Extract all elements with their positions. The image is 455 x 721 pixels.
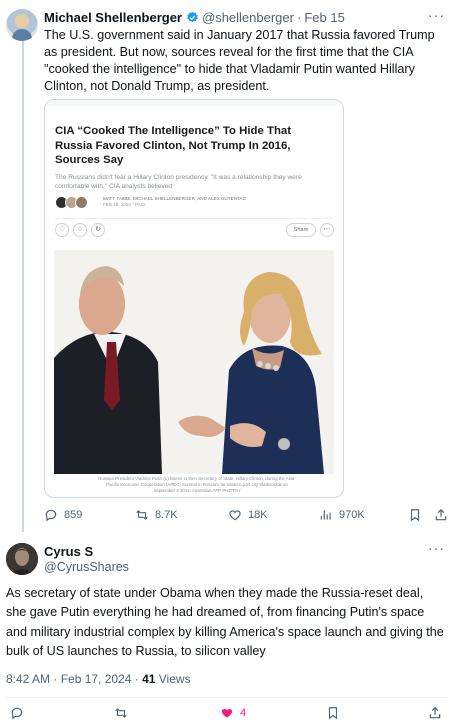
- tweet-timestamp[interactable]: 8:42 AM · Feb 17, 2024 ·: [6, 672, 142, 686]
- reply-icon: [11, 707, 23, 720]
- like-button[interactable]: 18K: [228, 508, 268, 522]
- retweet-count: 8.7K: [155, 509, 178, 521]
- reply-icon: [45, 509, 57, 522]
- author-name[interactable]: Michael Shellenberger: [44, 10, 182, 25]
- retweet-button[interactable]: [114, 706, 134, 720]
- share-icon: [435, 508, 447, 521]
- like-button[interactable]: 4: [220, 706, 246, 720]
- article-byline: MATT TAIBBI, MICHAEL SHELLENBERGER, AND …: [103, 196, 246, 208]
- reply-count: 859: [64, 509, 83, 521]
- author-handle[interactable]: @CyrusShares: [44, 560, 129, 574]
- share-button[interactable]: [428, 706, 448, 720]
- tweet-action-bar: 859 8.7K 18K 970K: [44, 508, 448, 524]
- analytics-icon: [320, 510, 331, 520]
- bookmark-button[interactable]: [408, 508, 428, 522]
- author-handle[interactable]: @shellenberger: [202, 10, 294, 25]
- views-count: 970K: [339, 509, 365, 521]
- bookmark-icon: [410, 509, 420, 522]
- tweet-date[interactable]: Feb 15: [304, 10, 344, 25]
- tweet-text: As secretary of state under Obama when t…: [6, 586, 444, 659]
- like-count: 18K: [248, 509, 268, 521]
- ellipsis-icon[interactable]: ⋯: [320, 223, 334, 237]
- heart-icon[interactable]: ♡: [55, 223, 69, 237]
- article-preview-card[interactable]: CIA “Cooked The Intelligence” To Hide Th…: [44, 99, 344, 498]
- bookmark-icon: [328, 707, 338, 720]
- share-button[interactable]: Share: [286, 223, 316, 237]
- bookmark-button[interactable]: [326, 706, 346, 720]
- tweet-action-bar: 4: [6, 706, 446, 721]
- more-options-icon[interactable]: ···: [428, 540, 445, 556]
- restack-icon[interactable]: ↻: [91, 223, 105, 237]
- comment-icon[interactable]: ○: [73, 223, 87, 237]
- share-icon: [429, 706, 441, 719]
- article-photo: [54, 250, 334, 474]
- reply-button[interactable]: 859: [44, 508, 82, 522]
- author-avatar[interactable]: [6, 9, 38, 41]
- author-avatars: [55, 196, 88, 209]
- like-count: 4: [240, 707, 247, 719]
- retweet-icon: [136, 510, 148, 520]
- heart-filled-icon: [221, 708, 233, 718]
- article-actions: ♡ ○ ↻ Share ⋯: [55, 223, 335, 239]
- verified-badge-icon: [187, 11, 198, 23]
- heart-icon: [229, 510, 241, 521]
- divider: [6, 697, 449, 698]
- views-label: Views: [155, 672, 191, 686]
- author-avatar[interactable]: [6, 543, 38, 575]
- card-divider: [55, 218, 333, 219]
- views-count: 41: [142, 672, 156, 686]
- retweet-button[interactable]: 8.7K: [135, 508, 178, 522]
- thread-connector-line: [22, 40, 24, 532]
- tweet-text: The U.S. government said in January 2017…: [44, 28, 435, 93]
- article-title[interactable]: CIA “Cooked The Intelligence” To Hide Th…: [55, 124, 325, 168]
- tweet-header: Michael Shellenberger @shellenberger · F…: [44, 10, 345, 25]
- separator-dot: ·: [296, 10, 302, 25]
- views-button[interactable]: 970K: [319, 508, 365, 522]
- tweet-metadata: 8:42 AM · Feb 17, 2024 · 41 Views: [6, 672, 191, 686]
- share-button[interactable]: [434, 508, 454, 522]
- article-date: FEB 15, 2024 · PAID: [103, 202, 146, 207]
- article-subtitle: The Russians didn't fear a Hillary Clint…: [55, 174, 302, 190]
- photo-caption: Russian President Vladimir Putin (L) lis…: [98, 476, 296, 493]
- card-top-strip: [45, 100, 343, 106]
- more-options-icon[interactable]: ···: [428, 7, 445, 23]
- author-name[interactable]: Cyrus S: [44, 544, 93, 559]
- reply-button[interactable]: [10, 706, 30, 720]
- retweet-icon: [115, 708, 127, 718]
